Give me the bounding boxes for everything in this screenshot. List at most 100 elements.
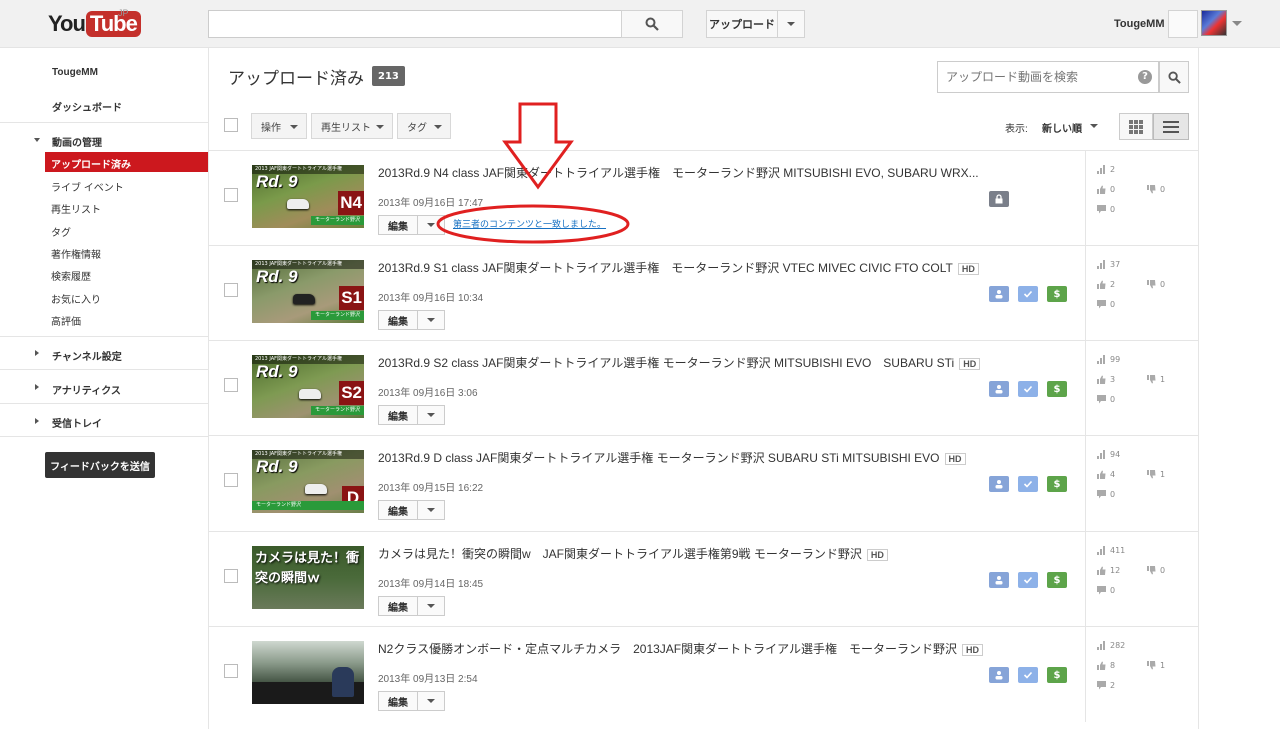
- edit-button[interactable]: 編集: [378, 691, 418, 711]
- edit-button[interactable]: 編集: [378, 596, 418, 616]
- sidebar-item-liked[interactable]: 高評価: [51, 313, 81, 328]
- select-all-checkbox[interactable]: [224, 118, 238, 132]
- video-row[interactable]: 2013 JAF関東ダートトライアル選手権 Rd. 9 D モーターランド野沢 2013…: [209, 435, 1198, 531]
- video-thumbnail[interactable]: 2013 JAF関東ダートトライアル選手権 Rd. 9 S1 モーターランド野沢: [252, 260, 364, 323]
- upload-search-input[interactable]: [938, 62, 1118, 92]
- public-user-icon[interactable]: [989, 667, 1009, 683]
- sidebar-item-video-manager[interactable]: 動画の管理: [52, 134, 102, 149]
- edit-menu-button[interactable]: [417, 215, 445, 235]
- row-checkbox[interactable]: [224, 188, 238, 202]
- sidebar-item-analytics[interactable]: アナリティクス: [52, 382, 121, 397]
- row-checkbox[interactable]: [224, 569, 238, 583]
- youtube-logo[interactable]: You Tube JP: [48, 8, 141, 38]
- sidebar-item-channel-settings[interactable]: チャンネル設定: [52, 348, 122, 363]
- edit-button[interactable]: 編集: [378, 310, 418, 330]
- check-icon[interactable]: [1018, 572, 1038, 588]
- video-thumbnail[interactable]: 2013 JAF関東ダートトライアル選手権 Rd. 9 N4 モーターランド野沢: [252, 165, 364, 228]
- chevron-down-icon[interactable]: [1232, 21, 1242, 26]
- chevron-down-icon[interactable]: [1090, 124, 1098, 128]
- public-user-icon[interactable]: [989, 476, 1009, 492]
- list-view-button[interactable]: [1153, 113, 1189, 140]
- search-input[interactable]: [208, 10, 622, 38]
- check-icon[interactable]: [1018, 476, 1038, 492]
- video-thumbnail[interactable]: カメラは見た！衝突の瞬間ｗ: [252, 546, 364, 609]
- edit-menu-button[interactable]: [417, 596, 445, 616]
- check-icon[interactable]: [1018, 286, 1038, 302]
- public-user-icon[interactable]: [989, 572, 1009, 588]
- edit-button[interactable]: 編集: [378, 405, 418, 425]
- row-checkbox[interactable]: [224, 283, 238, 297]
- edit-button[interactable]: 編集: [378, 215, 418, 235]
- playlist-dropdown[interactable]: 再生リスト: [311, 113, 393, 139]
- video-title[interactable]: N2クラス優勝オンボード・定点マルチカメラ 2013JAF関東ダートトライアル選…: [378, 640, 984, 657]
- row-checkbox[interactable]: [224, 664, 238, 678]
- expand-icon[interactable]: [34, 138, 40, 142]
- search-button[interactable]: [621, 10, 683, 38]
- video-row[interactable]: 2013 JAF関東ダートトライアル選手権 Rd. 9 S2 モーターランド野沢 201…: [209, 340, 1198, 436]
- stats-divider: [1085, 532, 1086, 627]
- check-icon[interactable]: [1018, 381, 1038, 397]
- video-title-text[interactable]: 2013Rd.9 D class JAF関東ダートトライアル選手権 モーターラン…: [378, 451, 940, 465]
- send-feedback-button[interactable]: フィードバックを送信: [45, 452, 155, 478]
- sidebar-item-dashboard[interactable]: ダッシュボード: [52, 99, 122, 114]
- video-title-text[interactable]: 2013Rd.9 N4 class JAF関東ダートトライアル選手権 モーターラ…: [378, 166, 979, 180]
- copyright-match-link[interactable]: 第三者のコンテンツと一致しました。: [453, 217, 606, 230]
- expand-icon[interactable]: [35, 418, 39, 424]
- grid-view-button[interactable]: [1119, 113, 1153, 140]
- video-title-text[interactable]: カメラは見た！衝突の瞬間w JAF関東ダートトライアル選手権第9戦 モーターラン…: [378, 547, 862, 561]
- monetization-dollar-icon[interactable]: $: [1047, 572, 1067, 588]
- video-title-text[interactable]: 2013Rd.9 S1 class JAF関東ダートトライアル選手権 モーターラ…: [378, 261, 953, 275]
- video-title[interactable]: 2013Rd.9 S1 class JAF関東ダートトライアル選手権 モーターラ…: [378, 259, 979, 276]
- video-thumbnail[interactable]: 2013 JAF関東ダートトライアル選手権 Rd. 9 D モーターランド野沢: [252, 450, 364, 513]
- avatar[interactable]: [1201, 10, 1227, 36]
- video-title-text[interactable]: N2クラス優勝オンボード・定点マルチカメラ 2013JAF関東ダートトライアル選…: [378, 642, 957, 656]
- sidebar-item-tags[interactable]: タグ: [51, 224, 71, 239]
- video-title[interactable]: 2013Rd.9 D class JAF関東ダートトライアル選手権 モーターラン…: [378, 449, 966, 466]
- upload-button[interactable]: アップロード: [706, 10, 778, 38]
- sidebar-item-playlists[interactable]: 再生リスト: [51, 201, 101, 216]
- monetization-dollar-icon[interactable]: $: [1047, 381, 1067, 397]
- edit-menu-button[interactable]: [417, 691, 445, 711]
- video-title[interactable]: カメラは見た！衝突の瞬間w JAF関東ダートトライアル選手権第9戦 モーターラン…: [378, 545, 888, 562]
- actions-dropdown[interactable]: 操作: [251, 113, 307, 139]
- video-title[interactable]: 2013Rd.9 S2 class JAF関東ダートトライアル選手権 モーターラ…: [378, 354, 981, 371]
- video-row[interactable]: 2013 JAF関東ダートトライアル選手権 Rd. 9 N4 モーターランド野沢 201…: [209, 150, 1198, 246]
- monetization-dollar-icon[interactable]: $: [1047, 476, 1067, 492]
- video-title-text[interactable]: 2013Rd.9 S2 class JAF関東ダートトライアル選手権 モーターラ…: [378, 356, 954, 370]
- help-icon[interactable]: ?: [1138, 70, 1152, 84]
- expand-icon[interactable]: [35, 350, 39, 356]
- sidebar-channel-name[interactable]: TougeMM: [52, 67, 98, 78]
- upload-search-button[interactable]: [1159, 61, 1189, 93]
- sidebar-item-search-history[interactable]: 検索履歴: [51, 268, 91, 283]
- edit-menu-button[interactable]: [417, 405, 445, 425]
- row-checkbox[interactable]: [224, 473, 238, 487]
- username[interactable]: TougeMM: [1114, 18, 1165, 30]
- tags-dropdown[interactable]: タグ: [397, 113, 451, 139]
- upload-search-field[interactable]: ?: [937, 61, 1159, 93]
- video-thumbnail[interactable]: [252, 641, 364, 704]
- video-row[interactable]: 2013 JAF関東ダートトライアル選手権 Rd. 9 S1 モーターランド野沢 201…: [209, 245, 1198, 341]
- public-user-icon[interactable]: [989, 381, 1009, 397]
- video-row[interactable]: カメラは見た！衝突の瞬間ｗ カメラは見た！衝突の瞬間w JAF関東ダートトライアル…: [209, 531, 1198, 627]
- monetization-dollar-icon[interactable]: $: [1047, 667, 1067, 683]
- row-checkbox[interactable]: [224, 378, 238, 392]
- check-icon[interactable]: [1018, 667, 1038, 683]
- sort-dropdown[interactable]: 新しい順: [1042, 120, 1082, 135]
- public-user-icon[interactable]: [989, 286, 1009, 302]
- video-row[interactable]: N2クラス優勝オンボード・定点マルチカメラ 2013JAF関東ダートトライアル選…: [209, 626, 1198, 722]
- sidebar-item-favorites[interactable]: お気に入り: [51, 291, 101, 306]
- sidebar-item-copyright[interactable]: 著作権情報: [51, 246, 101, 261]
- edit-menu-button[interactable]: [417, 500, 445, 520]
- sidebar-item-uploads[interactable]: アップロード済み: [45, 152, 208, 172]
- sidebar-item-inbox[interactable]: 受信トレイ: [52, 415, 102, 430]
- sidebar-item-live-events[interactable]: ライブ イベント: [51, 179, 124, 194]
- monetization-dollar-icon[interactable]: $: [1047, 286, 1067, 302]
- private-lock-icon[interactable]: [989, 191, 1009, 207]
- video-title[interactable]: 2013Rd.9 N4 class JAF関東ダートトライアル選手権 モーターラ…: [378, 164, 979, 181]
- edit-menu-button[interactable]: [417, 310, 445, 330]
- expand-icon[interactable]: [35, 384, 39, 390]
- upload-menu-button[interactable]: [777, 10, 805, 38]
- edit-button[interactable]: 編集: [378, 500, 418, 520]
- video-thumbnail[interactable]: 2013 JAF関東ダートトライアル選手権 Rd. 9 S2 モーターランド野沢: [252, 355, 364, 418]
- notification-button[interactable]: [1168, 10, 1198, 38]
